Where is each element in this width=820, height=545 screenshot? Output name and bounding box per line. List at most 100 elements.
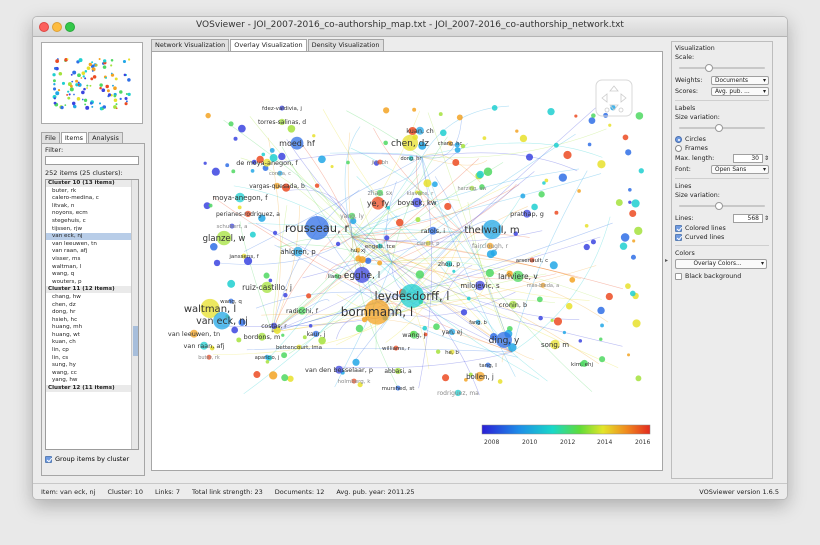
author-node[interactable] [233,136,238,141]
author-node[interactable] [565,302,573,310]
author-label[interactable]: radicchi, f [286,307,319,315]
author-label[interactable]: murshed, st [382,386,416,392]
items-list[interactable]: Cluster 10 (13 items) buter, rk calero-med… [45,179,139,450]
author-node[interactable] [619,242,628,250]
list-item[interactable]: chen, dz [46,302,138,310]
lines-size-variation-slider[interactable] [675,201,769,211]
font-select[interactable]: Open Sans [711,165,769,174]
author-label[interactable]: waltman, l [184,304,236,315]
author-label[interactable]: kuan, ch [406,127,434,135]
author-node[interactable] [483,167,493,177]
author-label[interactable]: tang, l [479,363,497,369]
author-node[interactable] [435,349,441,354]
author-label[interactable]: janssens, f [228,254,259,260]
author-node[interactable] [281,352,288,359]
author-node[interactable] [597,160,606,169]
curved-lines-option[interactable]: Curved lines [675,234,769,241]
tab-items[interactable]: Items [60,132,88,143]
author-label[interactable]: prathap, g [510,210,544,218]
author-node[interactable] [603,112,609,118]
curved-lines-checkbox[interactable] [675,234,682,241]
list-item[interactable]: chang, hw [46,294,138,302]
author-node[interactable] [335,241,341,247]
author-label[interactable]: yang, ly [340,213,364,220]
list-item[interactable]: wang, cc [46,370,138,378]
author-node[interactable] [605,292,613,301]
author-node[interactable] [622,134,629,141]
author-node[interactable] [231,326,239,334]
author-node[interactable] [608,123,612,127]
author-label[interactable]: milojevic, s [460,282,500,290]
author-node[interactable] [433,323,440,331]
black-background-option[interactable]: Black background [675,273,769,280]
list-item[interactable]: lin, cp [46,347,138,355]
author-label[interactable]: kaur, j [307,331,326,338]
author-label[interactable]: yan, ej [442,329,463,336]
author-label[interactable]: hu, xj [350,248,366,254]
list-item[interactable]: stegehuis, c [46,218,138,226]
author-label[interactable]: bordons, m [244,333,281,341]
author-node[interactable] [269,371,278,380]
map-canvas[interactable]: fdez-valdivia, j torres-salinas, d moed, h… [151,51,663,471]
author-label[interactable]: fdez-valdivia, j [262,106,302,112]
cluster-header[interactable]: Cluster 11 (12 items) [46,286,138,294]
author-node[interactable] [490,249,498,257]
author-node[interactable] [635,112,644,120]
author-label[interactable]: williams, r [382,346,411,352]
author-node[interactable] [591,113,596,118]
author-label[interactable]: ahlgren, p [280,248,316,256]
author-node[interactable] [287,124,296,133]
author-node[interactable] [281,374,289,382]
author-label[interactable]: rafols, i [421,227,445,235]
author-node[interactable] [237,205,242,210]
author-node[interactable] [250,169,255,173]
author-node[interactable] [554,210,559,215]
tab-network-visualization[interactable]: Network Visualization [151,39,230,51]
author-label[interactable]: van leeuwen, tn [168,330,220,338]
list-item[interactable]: yang, hw [46,377,138,386]
author-label[interactable]: rodriguez, ma [437,390,479,397]
filter-input[interactable] [45,156,139,165]
author-label[interactable]: thelwall, m [464,225,519,236]
author-node[interactable] [631,199,640,208]
black-background-checkbox[interactable] [675,273,682,280]
author-node[interactable] [412,107,417,112]
lines-count-input[interactable]: 568 [732,214,763,223]
author-label[interactable]: buter, rk [198,355,220,361]
author-node[interactable] [629,290,636,297]
author-label[interactable]: van eck, nj [196,316,248,327]
author-node[interactable] [476,170,484,179]
author-label[interactable]: rousseau, r [285,221,350,235]
author-node[interactable] [578,339,583,343]
author-node[interactable] [550,318,554,322]
author-node[interactable] [442,374,450,382]
tab-overlay-visualization[interactable]: Overlay Visualization [230,39,307,51]
author-label[interactable]: van den besselaar, p [305,366,373,374]
list-item[interactable]: buter, rk [46,188,138,196]
author-label[interactable]: moya-anegon, f [212,194,268,202]
author-label[interactable]: bornmann, l [341,305,414,319]
panel-splitter-arrow[interactable]: ▸ [665,257,668,264]
overview-map[interactable] [41,42,143,124]
author-node[interactable] [629,209,637,218]
author-node[interactable] [269,148,275,153]
author-node[interactable] [456,114,463,121]
author-label[interactable]: jin, bh [370,160,389,166]
author-node[interactable] [228,121,234,127]
cluster-header[interactable]: Cluster 10 (13 items) [46,180,138,188]
author-node[interactable] [272,230,278,235]
author-node[interactable] [346,160,350,165]
author-node[interactable] [632,319,641,328]
author-node[interactable] [211,167,220,176]
list-item[interactable]: calero-medina, c [46,195,138,203]
author-node[interactable] [263,272,270,279]
author-node[interactable] [628,200,632,204]
author-node[interactable] [238,124,246,133]
author-node[interactable] [330,165,334,169]
author-node[interactable] [627,353,631,357]
author-label[interactable]: aparicio, j [255,355,280,361]
author-node[interactable] [203,161,207,165]
author-node[interactable] [538,191,545,198]
author-node[interactable] [422,325,428,331]
list-item[interactable]: litvak, n [46,203,138,211]
